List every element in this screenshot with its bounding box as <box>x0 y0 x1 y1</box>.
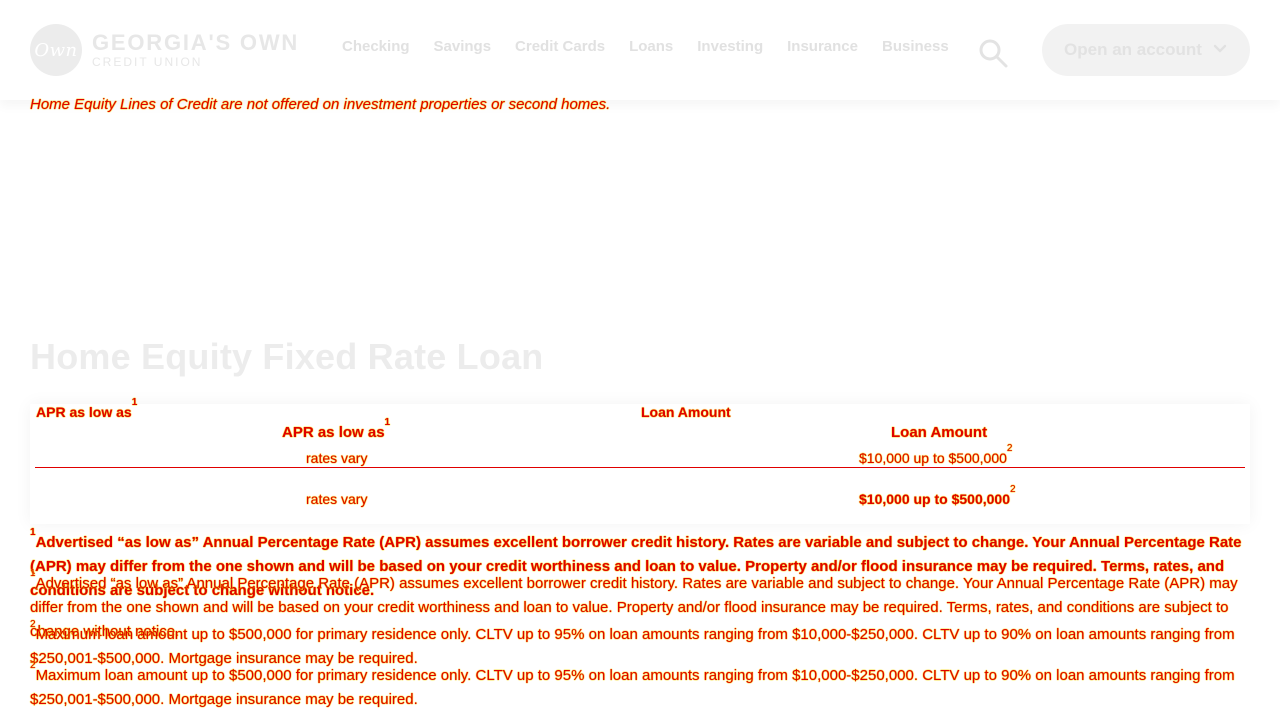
footnote-2-text: Maximum loan amount up to $500,000 for p… <box>30 667 1235 708</box>
chevron-down-icon <box>1212 40 1228 61</box>
ghost-apr-sup: 1 <box>131 397 138 409</box>
amount-cell: $10,000 up to $500,0002 <box>859 485 1016 507</box>
amount-cell-text: $10,000 up to $500,000 <box>859 491 1010 507</box>
open-account-label: Open an account <box>1064 40 1202 59</box>
logo-badge-text: Own <box>34 39 78 61</box>
search-icon-svg <box>979 39 1008 68</box>
section-title: Home Equity Fixed Rate Loan <box>30 336 544 377</box>
rates-table-card <box>30 404 1250 524</box>
nav-savings[interactable]: Savings <box>434 38 492 55</box>
nav-investing[interactable]: Investing <box>697 38 763 55</box>
nav-loans[interactable]: Loans <box>629 38 673 55</box>
footnote-2-ghost-text: Maximum loan amount up to $500,000 for p… <box>30 626 1235 667</box>
ghost-apr-header-text: APR as low as <box>36 404 132 420</box>
apr-header-text: APR as low as <box>282 424 385 441</box>
primary-nav: Checking Savings Credit Cards Loans Inve… <box>342 38 949 55</box>
apr-column-header: APR as low as1 <box>282 418 390 442</box>
logo-badge: Own <box>30 24 82 76</box>
apr-cell: rates vary <box>306 491 368 507</box>
ghost-amount-header: Loan Amount <box>641 404 731 420</box>
amount-column-header: Loan Amount <box>891 424 988 441</box>
home-equity-note: Home Equity Lines of Credit are not offe… <box>30 96 610 113</box>
brand-logo[interactable]: Own GEORGIA'S OWN CREDIT UNION <box>30 24 299 76</box>
table-divider <box>35 467 1245 468</box>
footnote-1-sup: 1 <box>30 568 36 579</box>
footnote-2-sup: 2 <box>30 660 36 671</box>
brand-wordmark: GEORGIA'S OWN CREDIT UNION <box>92 30 300 69</box>
nav-credit-cards[interactable]: Credit Cards <box>515 38 605 55</box>
ghost-amount-text: $10,000 up to $500,000 <box>859 450 1007 466</box>
nav-insurance[interactable]: Insurance <box>787 38 858 55</box>
amount-cell-sup: 2 <box>1010 484 1016 496</box>
note-red-text: Home Equity Lines of Credit are not offe… <box>30 96 611 113</box>
footnote-2: 2Maximum loan amount up to $500,000 for … <box>30 661 1250 712</box>
brand-title: GEORGIA'S OWN <box>92 30 300 55</box>
search-icon[interactable] <box>976 36 1010 70</box>
ghost-amount-cell: $10,000 up to $500,0002 <box>859 444 1012 466</box>
open-account-button[interactable]: Open an account <box>1042 24 1250 76</box>
apr-header-sup: 1 <box>384 417 391 428</box>
brand-subtitle: CREDIT UNION <box>92 55 203 69</box>
nav-checking[interactable]: Checking <box>342 38 410 55</box>
footnote-1-bold-sup: 1 <box>30 527 36 538</box>
footnote-2-ghost-sup: 2 <box>30 619 36 630</box>
nav-business[interactable]: Business <box>882 38 949 55</box>
site-header: Own GEORGIA'S OWN CREDIT UNION Checking … <box>0 0 1280 100</box>
ghost-apr-cell: rates vary <box>306 450 368 466</box>
ghost-apr-header: APR as low as1 <box>36 398 137 420</box>
ghost-amount-sup: 2 <box>1006 443 1013 455</box>
